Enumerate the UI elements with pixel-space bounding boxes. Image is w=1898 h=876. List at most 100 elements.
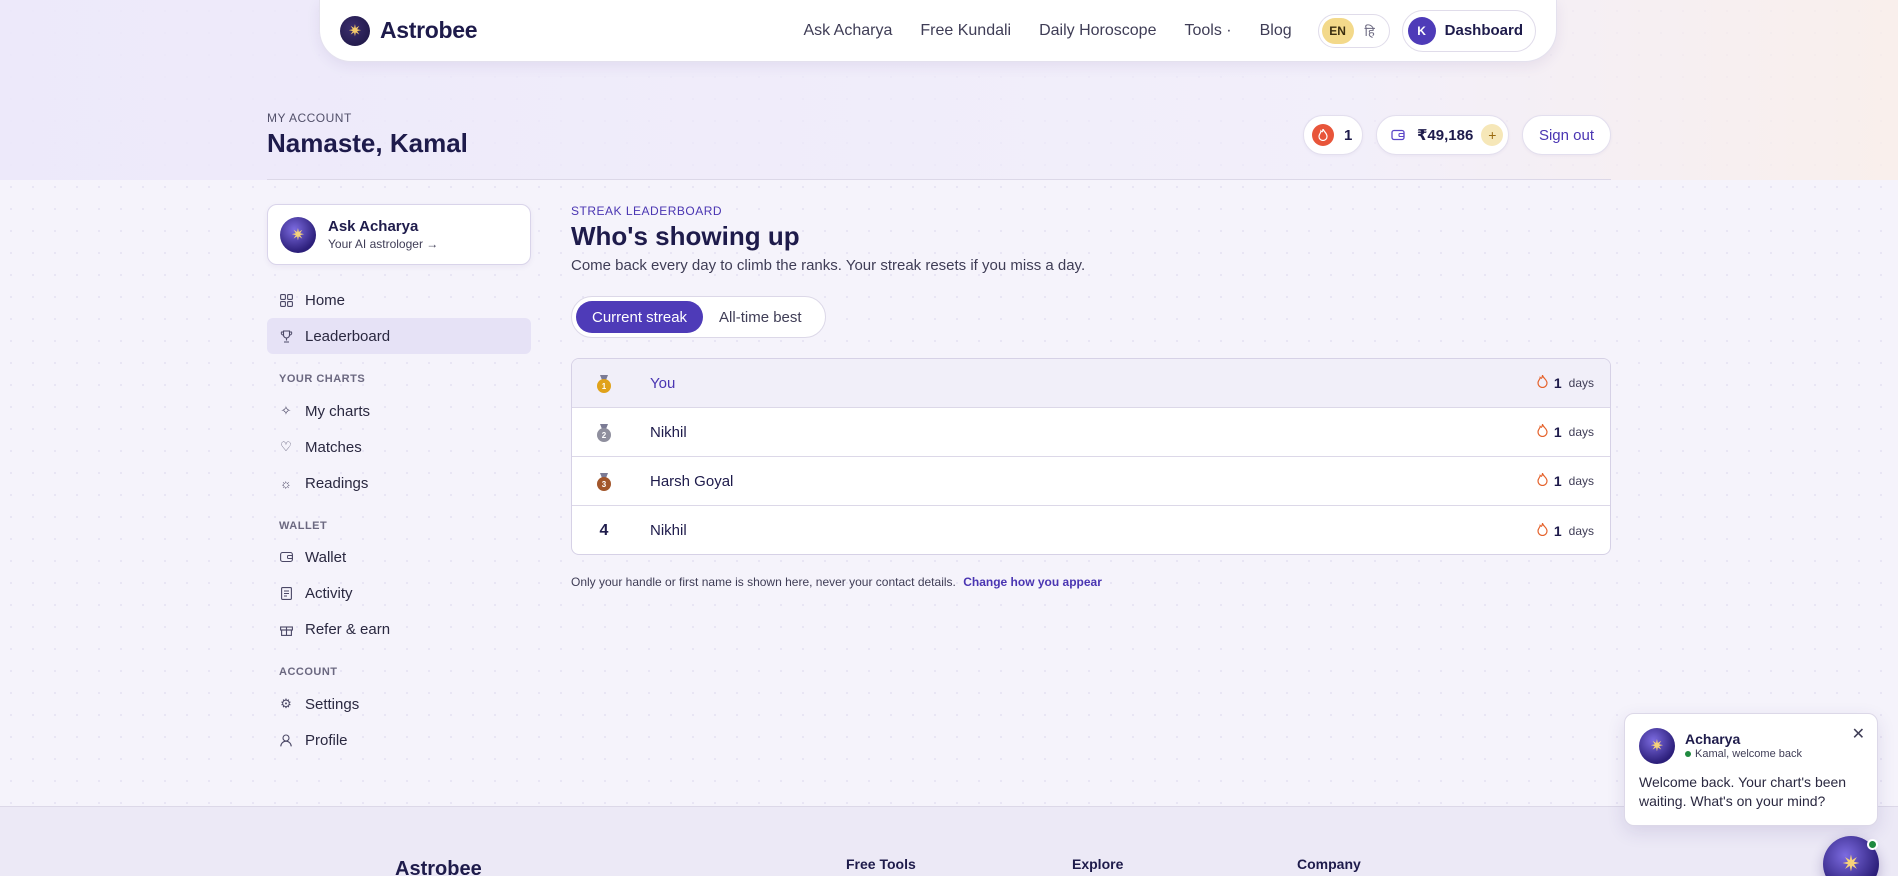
footer-col-explore: Explore — [1072, 856, 1124, 872]
player-name: Nikhil — [650, 522, 687, 539]
sidebar-item-label: Readings — [305, 474, 369, 492]
streak-days: 1 days — [1537, 373, 1594, 391]
nav-link-free-kundali[interactable]: Free Kundali — [920, 22, 1011, 40]
rank-number: 4 — [599, 521, 609, 539]
streak-days: 1 days — [1537, 520, 1594, 539]
lang-en-option[interactable]: EN — [1321, 17, 1354, 44]
streak-count: 1 — [1344, 126, 1353, 144]
wallet-amount: ₹49,186 — [1417, 127, 1474, 144]
ask-acharya-card[interactable]: ✷ Ask Acharya Your AI astrologer → — [267, 204, 531, 265]
section-your-charts: YOUR CHARTS — [279, 373, 366, 385]
sidebar-item-label: Refer & earn — [305, 620, 391, 638]
chat-message: Welcome back. Your chart's been waiting.… — [1639, 774, 1847, 809]
sidebar-item-leaderboard[interactable]: Leaderboard — [267, 318, 531, 354]
table-row[interactable]: 2 Nikhil 1 days — [572, 408, 1610, 457]
heart-icon: ♡ — [280, 439, 292, 454]
privacy-note: Only your handle or first name is shown … — [571, 575, 1102, 589]
player-name: Nikhil — [650, 423, 687, 441]
gift-icon — [279, 622, 293, 636]
streak-mode-toggle: Current streak All-time best — [571, 296, 826, 338]
close-icon[interactable]: ✕ — [1852, 724, 1865, 744]
section-wallet: WALLET — [279, 520, 328, 532]
online-dot-icon — [1685, 751, 1691, 757]
nav-links: Ask Acharya Free Kundali Daily Horoscope… — [803, 22, 1291, 40]
sidebar-item-home[interactable]: Home — [267, 282, 531, 318]
sidebar-item-my-charts[interactable]: ✧ My charts — [267, 393, 531, 429]
bronze-medal-icon: 3 — [597, 473, 611, 491]
flame-icon — [1537, 471, 1548, 489]
wallet-icon — [1391, 127, 1407, 143]
lang-hi-option[interactable]: हि — [1354, 22, 1386, 40]
trophy-icon — [279, 329, 293, 343]
streak-badge[interactable]: 1 — [1303, 115, 1363, 155]
leaderboard-title: Who's showing up — [571, 221, 800, 251]
footer: Astrobee Free Tools Explore Company — [0, 806, 1898, 876]
dashboard-button[interactable]: K Dashboard — [1401, 9, 1536, 52]
gear-icon: ⚙ — [280, 696, 292, 711]
flame-icon — [1312, 124, 1334, 146]
sidebar-item-readings[interactable]: ☼ Readings — [267, 465, 531, 501]
ask-card-subtitle: Your AI astrologer → — [328, 237, 439, 251]
privacy-note-text: Only your handle or first name is shown … — [571, 575, 956, 589]
change-appearance-link[interactable]: Change how you appear — [963, 575, 1102, 589]
sidebar-item-label: Profile — [305, 731, 348, 749]
sidebar-item-label: Leaderboard — [305, 327, 391, 345]
sidebar-item-label: My charts — [305, 402, 371, 420]
table-row[interactable]: 3 Harsh Goyal 1 days — [572, 457, 1610, 506]
sidebar-item-activity[interactable]: Activity — [267, 575, 531, 611]
sidebar-item-profile[interactable]: Profile — [267, 722, 531, 758]
section-account: ACCOUNT — [279, 666, 338, 678]
grid-icon — [279, 293, 293, 307]
sign-out-button[interactable]: Sign out — [1522, 115, 1611, 155]
tab-current-streak[interactable]: Current streak — [576, 301, 704, 333]
tab-all-time-best[interactable]: All-time best — [703, 309, 818, 326]
account-eyebrow: MY ACCOUNT — [267, 111, 352, 125]
top-navbar: ✷ Astrobee Ask Acharya Free Kundali Dail… — [319, 0, 1557, 62]
leaderboard-eyebrow: STREAK LEADERBOARD — [571, 204, 723, 218]
sidebar-item-wallet[interactable]: Wallet — [267, 539, 531, 575]
chat-popup: ✷ Acharya Kamal, welcome back ✕ Welcome … — [1624, 713, 1878, 826]
nav-link-daily-horoscope[interactable]: Daily Horoscope — [1039, 22, 1156, 40]
acharya-orb-icon: ✷ — [280, 216, 316, 253]
footer-col-free-tools: Free Tools — [846, 856, 916, 872]
flame-icon — [1537, 373, 1548, 391]
online-dot-icon — [1867, 839, 1878, 850]
sidebar-item-label: Home — [305, 291, 346, 309]
sidebar-item-refer-earn[interactable]: Refer & earn — [267, 611, 531, 647]
table-row[interactable]: 1 You 1 days — [572, 359, 1610, 408]
add-funds-button[interactable]: + — [1481, 124, 1504, 146]
gold-medal-icon: 1 — [597, 375, 611, 393]
player-name: You — [650, 374, 676, 392]
footer-brand[interactable]: Astrobee — [395, 858, 482, 876]
streak-days: 1 days — [1537, 422, 1594, 440]
language-toggle[interactable]: EN हि — [1317, 13, 1390, 48]
wallet-balance[interactable]: ₹49,186 + — [1376, 115, 1509, 155]
sidebar-item-label: Activity — [305, 584, 353, 602]
chat-agent-name: Acharya — [1685, 731, 1741, 747]
table-row[interactable]: 4 Nikhil 1 days — [572, 506, 1610, 554]
flame-icon — [1537, 520, 1548, 539]
sparkle-icon: ✧ — [280, 403, 292, 418]
brand-name[interactable]: Astrobee — [380, 17, 478, 44]
footer-col-company: Company — [1297, 856, 1361, 872]
sun-icon: ☼ — [280, 475, 292, 491]
ask-card-title: Ask Acharya — [328, 218, 419, 235]
nav-link-tools[interactable]: Tools · — [1184, 22, 1231, 40]
nav-link-ask-acharya[interactable]: Ask Acharya — [803, 22, 892, 40]
sidebar-item-settings[interactable]: ⚙ Settings — [267, 686, 531, 722]
leaderboard-subtitle: Come back every day to climb the ranks. … — [571, 257, 1086, 274]
page-title: Namaste, Kamal — [267, 128, 468, 158]
flame-icon — [1537, 422, 1548, 440]
receipt-icon — [279, 586, 293, 600]
sidebar-item-label: Wallet — [305, 548, 347, 566]
chat-status: Kamal, welcome back — [1685, 748, 1802, 760]
leaderboard-table: 1 You 1 days 2 Nikhil 1 days 3 Harsh Goy… — [571, 358, 1611, 555]
avatar: K — [1407, 16, 1436, 45]
rank-cell: 1 — [572, 375, 636, 393]
nav-link-blog[interactable]: Blog — [1260, 22, 1292, 40]
logo-icon[interactable]: ✷ — [340, 15, 370, 46]
user-icon — [279, 733, 293, 747]
sidebar-item-matches[interactable]: ♡ Matches — [267, 429, 531, 465]
player-name: Harsh Goyal — [650, 472, 734, 490]
acharya-orb-icon: ✷ — [1639, 728, 1675, 764]
